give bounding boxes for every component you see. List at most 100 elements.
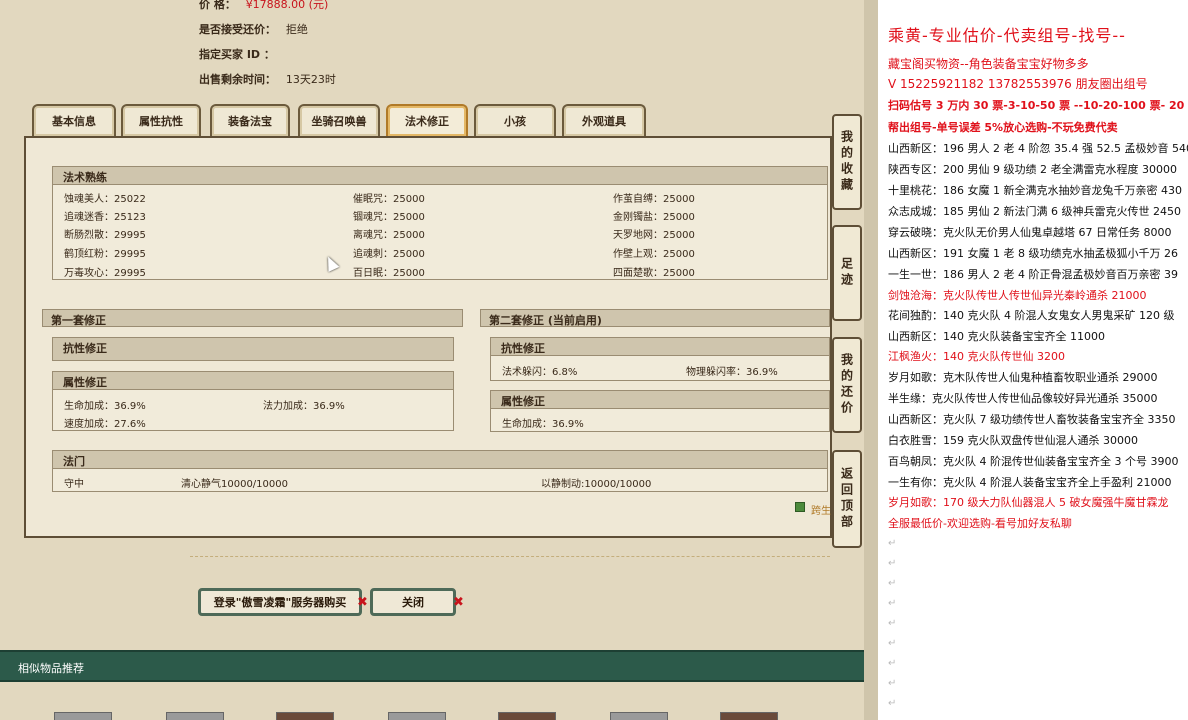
spell-cell: 百日眠：25000 bbox=[353, 268, 425, 279]
set2-attr-title: 属性修正 bbox=[491, 391, 829, 409]
buyer-label: 指定买家 ID ： bbox=[199, 48, 275, 61]
calculator-icon bbox=[795, 502, 805, 512]
doc-line: 陕西专区：200 男仙 9 级功绩 2 老全满雷克水程度 30000 bbox=[888, 163, 1177, 176]
doc-line: 山西新区：191 女魔 1 老 8 级功绩克水抽孟极狐小千万 26 bbox=[888, 247, 1178, 260]
set1-attr-title: 属性修正 bbox=[53, 372, 453, 390]
close-button[interactable]: 关闭 bbox=[370, 588, 456, 616]
tab-basic-info[interactable]: 基本信息 bbox=[32, 104, 116, 136]
item-thumbnail[interactable] bbox=[166, 712, 224, 720]
spell-proficiency-box: 法术熟练 bbox=[52, 166, 828, 280]
item-thumbnail[interactable] bbox=[720, 712, 778, 720]
doc-line: 半生缘：克火队传世人传世仙品像较好异光通杀 35000 bbox=[888, 392, 1158, 405]
doc-line: 花间独酌：140 克火队 4 阶混人女鬼女人男鬼采矿 120 级 bbox=[888, 309, 1175, 322]
doc-line: 山西新区：140 克火队装备宝宝齐全 11000 bbox=[888, 330, 1105, 343]
similar-items-title: 相似物品推荐 bbox=[18, 662, 84, 675]
doc-line: 穿云破晓：克火队无价男人仙鬼卓越塔 67 日常任务 8000 bbox=[888, 226, 1172, 239]
set2-attr-cell: 生命加成：36.9% bbox=[502, 419, 584, 430]
doc-line: 帮出组号-单号误差 5%放心选购-不玩免费代卖 bbox=[888, 121, 1118, 134]
time-value: 13天23时 bbox=[285, 73, 336, 86]
fameng-box: 法门 bbox=[52, 450, 828, 492]
doc-line: 藏宝阁买物资--角色装备宝宝好物多多 bbox=[888, 57, 1089, 71]
doc-line: 百鸟朝凤：克火队 4 阶混传世仙装备宝宝齐全 3 个号 3900 bbox=[888, 455, 1179, 468]
tab-child[interactable]: 小孩 bbox=[474, 104, 556, 136]
spell-cell: 断肠烈散：29995 bbox=[64, 230, 146, 241]
doc-line: 岁月如歌：克木队传世人仙鬼种植畜牧职业通杀 29000 bbox=[888, 371, 1158, 384]
paragraph-mark-icon: ↵ bbox=[888, 618, 897, 629]
tab-appearance[interactable]: 外观道具 bbox=[562, 104, 646, 136]
my-bargain-button[interactable]: 我的还价 bbox=[832, 337, 862, 433]
buyer-row: 指定买家 ID ： bbox=[199, 46, 281, 62]
doc-line: 十里桃花：186 女魔 1 新全满克水抽妙音龙兔千万亲密 430 bbox=[888, 184, 1182, 197]
set1-title: 第一套修正 bbox=[42, 309, 463, 327]
close-x-icon: ✖ bbox=[357, 595, 368, 610]
spell-cell: 追魂刺：25000 bbox=[353, 249, 425, 260]
tab-equipment[interactable]: 装备法宝 bbox=[210, 104, 290, 136]
login-buy-button[interactable]: 登录"傲雪凌霜"服务器购买 bbox=[198, 588, 362, 616]
spell-cell: 追魂迷香：25123 bbox=[64, 212, 146, 223]
item-thumbnail[interactable] bbox=[498, 712, 556, 720]
doc-line: 江枫渔火：140 克火队传世仙 3200 bbox=[888, 350, 1065, 363]
price-row: 价 格： ¥17888.00 (元) bbox=[199, 0, 328, 12]
bargain-label: 是否接受还价： bbox=[199, 23, 276, 36]
price-value: ¥17888.00 (元) bbox=[245, 0, 329, 11]
divider bbox=[190, 556, 830, 557]
item-thumbnail[interactable] bbox=[610, 712, 668, 720]
spell-cell: 离魂咒：25000 bbox=[353, 230, 425, 241]
item-thumbnail[interactable] bbox=[276, 712, 334, 720]
spell-cell: 万毒攻心：29995 bbox=[64, 268, 146, 279]
corner-link[interactable]: 跨生 bbox=[811, 502, 831, 517]
spell-cell: 作茧自缚：25000 bbox=[613, 194, 695, 205]
spell-cell: 四面楚歌：25000 bbox=[613, 268, 695, 279]
doc-line: 全服最低价-欢迎选购-看号加好友私聊 bbox=[888, 517, 1072, 530]
pane-divider bbox=[864, 0, 878, 720]
document-pane: 乘黄-专业估价-代卖组号-找号-- 藏宝阁买物资--角色装备宝宝好物多多 V 1… bbox=[878, 0, 1188, 720]
doc-line: V 15225921182 13782553976 朋友圈出组号 bbox=[888, 77, 1148, 91]
doc-line: 山西新区：196 男人 2 老 4 阶忽 35.4 强 52.5 孟极妙音 54… bbox=[888, 142, 1188, 155]
set2-resist-cell: 物理躲闪率：36.9% bbox=[686, 367, 778, 378]
game-market-page: 价 格： ¥17888.00 (元) 是否接受还价： 拒绝 指定买家 ID ： … bbox=[0, 0, 864, 720]
spell-cell: 催眠咒：25000 bbox=[353, 194, 425, 205]
tab-spell-correction[interactable]: 法术修正 bbox=[386, 104, 468, 136]
tab-mounts-pets[interactable]: 坐骑召唤兽 bbox=[298, 104, 380, 136]
bargain-value: 拒绝 bbox=[285, 23, 308, 36]
tab-attr-resist[interactable]: 属性抗性 bbox=[121, 104, 201, 136]
fameng-cell: 守中 bbox=[64, 479, 84, 490]
paragraph-mark-icon: ↵ bbox=[888, 698, 897, 709]
item-thumbnail[interactable] bbox=[54, 712, 112, 720]
spell-cell: 蚀魂美人：25022 bbox=[64, 194, 146, 205]
spell-cell: 作壁上观：25000 bbox=[613, 249, 695, 260]
paragraph-mark-icon: ↵ bbox=[888, 658, 897, 669]
spell-cell: 鹤顶红粉：29995 bbox=[64, 249, 146, 260]
doc-heading: 乘黄-专业估价-代卖组号-找号-- bbox=[888, 26, 1126, 45]
paragraph-mark-icon: ↵ bbox=[888, 538, 897, 549]
price-label: 价 格： bbox=[199, 0, 236, 11]
doc-line: 众志成城：185 男仙 2 新法门满 6 级神兵雷克火传世 2450 bbox=[888, 205, 1181, 218]
fameng-cell: 清心静气10000/10000 bbox=[181, 479, 288, 490]
doc-line: 扫码估号 3 万内 30 票-3-10-50 票 --10-20-100 票- … bbox=[888, 99, 1188, 112]
paragraph-mark-icon: ↵ bbox=[888, 578, 897, 589]
doc-line: 山西新区：克火队 7 级功绩传世人畜牧装备宝宝齐全 3350 bbox=[888, 413, 1176, 426]
set2-title: 第二套修正 (当前启用) bbox=[480, 309, 830, 327]
time-label: 出售剩余时间： bbox=[199, 73, 276, 86]
set1-attr-cell: 速度加成：27.6% bbox=[64, 419, 146, 430]
item-thumbnail[interactable] bbox=[388, 712, 446, 720]
doc-line: 一生有你：克火队 4 阶混人装备宝宝齐全上手盈利 21000 bbox=[888, 476, 1172, 489]
set1-resist-title: 抗性修正 bbox=[53, 338, 453, 360]
set1-resist-box: 抗性修正 bbox=[52, 337, 454, 361]
spell-cell: 天罗地网：25000 bbox=[613, 230, 695, 241]
footprint-button[interactable]: 足迹 bbox=[832, 225, 862, 321]
spell-cell: 金刚镯盐：25000 bbox=[613, 212, 695, 223]
doc-line: 一生一世：186 男人 2 老 4 阶正骨混孟极妙音百万亲密 39 bbox=[888, 268, 1178, 281]
spell-proficiency-title: 法术熟练 bbox=[53, 167, 827, 185]
set1-attr-cell: 法力加成：36.9% bbox=[263, 401, 345, 412]
spell-cell: 锢魂咒：25000 bbox=[353, 212, 425, 223]
doc-line: 岁月如歌：170 级大力队仙器混人 5 破女魔强牛魔甘霖龙 bbox=[888, 496, 1169, 509]
set2-resist-cell: 法术躲闪：6.8% bbox=[502, 367, 578, 378]
favorites-button[interactable]: 我的收藏 bbox=[832, 114, 862, 210]
time-row: 出售剩余时间： 13天23时 bbox=[199, 71, 336, 87]
close-x-icon: ✖ bbox=[453, 595, 464, 610]
similar-items-bar: 相似物品推荐 bbox=[0, 650, 864, 682]
fameng-title: 法门 bbox=[53, 451, 827, 469]
doc-line: 剑蚀沧海：克火队传世人传世仙异光秦岭通杀 21000 bbox=[888, 289, 1147, 302]
back-to-top-button[interactable]: 返回顶部 bbox=[832, 450, 862, 548]
